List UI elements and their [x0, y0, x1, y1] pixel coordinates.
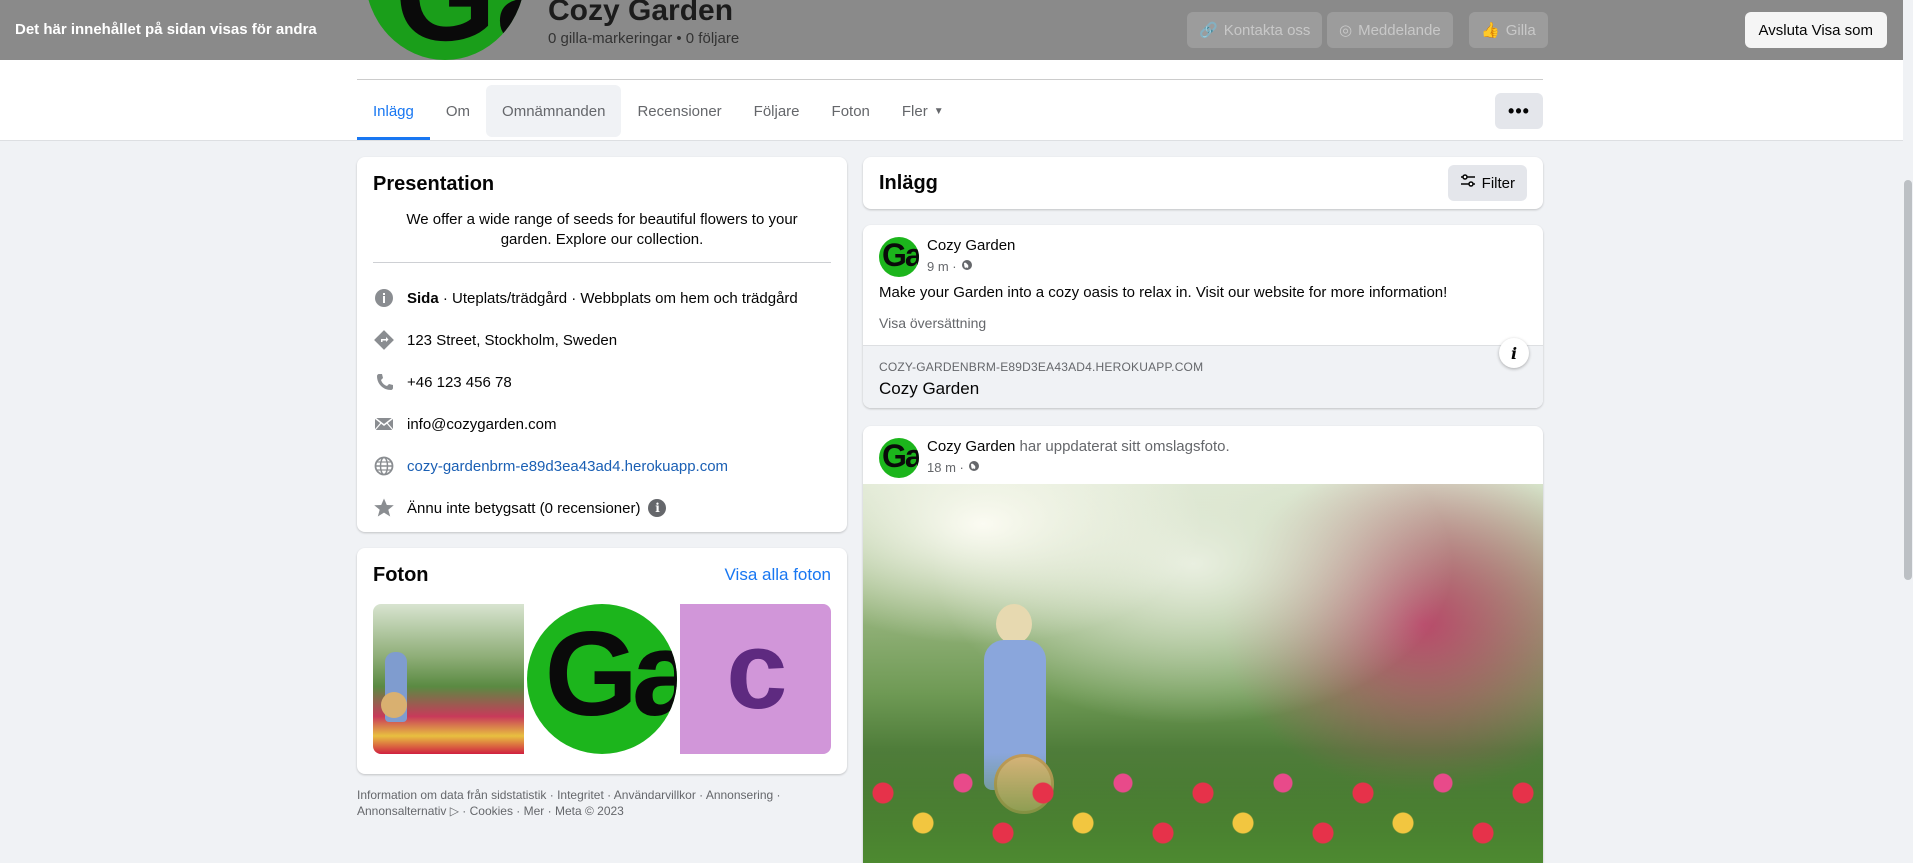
post-card: Ga Cozy Garden 9 m · Make your Garden in… [863, 225, 1543, 408]
envelope-icon [373, 413, 395, 435]
globe-icon [373, 455, 395, 477]
posts-header-card: Inlägg Filter [863, 157, 1543, 209]
cover-photo-image[interactable] [863, 484, 1543, 863]
email-text: info@cozygarden.com [407, 415, 557, 433]
tab-mentions[interactable]: Omnämnanden [486, 85, 622, 137]
address-row: 123 Street, Stockholm, Sweden [373, 319, 831, 361]
intro-divider [373, 262, 831, 263]
like-button[interactable]: 👍 Gilla [1469, 12, 1548, 48]
tab-reviews[interactable]: Recensioner [621, 85, 737, 137]
message-label: Meddelande [1358, 21, 1441, 39]
rating-row: Ännu inte betygsatt (0 recensioner) i [373, 487, 831, 529]
star-icon [373, 497, 395, 519]
photo-thumbnail-letter[interactable]: c [680, 604, 831, 754]
post-timestamp[interactable]: 9 m · [927, 259, 973, 274]
contact-label: Kontakta oss [1223, 21, 1311, 39]
link-preview[interactable]: i COZY-GARDENBRM-E89D3EA43AD4.HEROKUAPP.… [863, 338, 1543, 408]
email-row: info@cozygarden.com [373, 403, 831, 445]
rating-text: Ännu inte betygsatt (0 recensioner) [407, 499, 641, 517]
more-options-button[interactable]: ••• [1495, 93, 1543, 129]
post-author-avatar[interactable]: Ga [879, 237, 919, 277]
post-card: Ga Cozy Garden har uppdaterat sitt omsla… [863, 426, 1543, 863]
image-tulips [863, 753, 1543, 863]
filter-button[interactable]: Filter [1447, 165, 1527, 201]
tab-followers[interactable]: Följare [738, 85, 816, 137]
post-action-text: har uppdaterat sitt omslagsfoto. [1015, 438, 1230, 455]
image-figure-hair [996, 604, 1032, 644]
intro-description: We offer a wide range of seeds for beaut… [406, 211, 798, 248]
globe-icon [968, 460, 980, 475]
avatar-letters: Ga [395, 0, 525, 60]
phone-icon [373, 371, 395, 393]
category-rest: · Uteplats/trädgård · Webbplats om hem o… [438, 289, 798, 307]
tab-posts[interactable]: Inlägg [357, 85, 430, 140]
phone-row: +46 123 456 78 [373, 361, 831, 403]
sliders-icon [1460, 173, 1476, 193]
post-time-text: 18 m · [927, 460, 964, 475]
like-label: Gilla [1505, 21, 1536, 39]
photo-thumbnail-logo[interactable]: Ga [526, 604, 678, 754]
photo-grid: Ga c [373, 604, 831, 754]
globe-icon [961, 259, 973, 274]
mini-avatar-letters: Ga [882, 237, 919, 273]
page-header: Inlägg Om Omnämnanden Recensioner Följar… [0, 60, 1913, 141]
intro-card: Presentation We offer a wide range of se… [357, 157, 847, 532]
mini-avatar-letters: Ga [882, 438, 919, 474]
thumbs-up-icon: 👍 [1481, 22, 1500, 39]
post-author-name[interactable]: Cozy Garden [927, 438, 1015, 455]
view-as-notice: Det här innehållet på sidan visas för an… [15, 21, 317, 38]
see-translation-link[interactable]: Visa översättning [879, 315, 986, 331]
view-as-banner: Ga Cozy Garden 0 gilla-markeringar • 0 f… [0, 0, 1913, 60]
message-button[interactable]: ◎ Meddelande [1327, 12, 1453, 48]
page-stats: 0 gilla-markeringar • 0 följare [548, 30, 740, 47]
letter-tile-text: c [726, 609, 788, 732]
category-bold: Sida [407, 289, 439, 307]
directions-icon [373, 329, 395, 351]
intro-title: Presentation [373, 173, 495, 195]
logo-letters: Ga [544, 607, 677, 741]
tab-more[interactable]: Fler ▼ [886, 85, 960, 137]
page-tabs: Inlägg Om Omnämnanden Recensioner Följar… [357, 85, 960, 140]
website-link[interactable]: cozy-gardenbrm-e89d3ea43ad4.herokuapp.co… [407, 458, 728, 475]
link-icon: 🔗 [1199, 22, 1218, 39]
posts-title: Inlägg [879, 171, 938, 194]
photo-thumbnail-garden[interactable] [373, 604, 524, 754]
link-preview-domain: COZY-GARDENBRM-E89D3EA43AD4.HEROKUAPP.CO… [879, 360, 1204, 374]
see-all-photos-link[interactable]: Visa alla foton [725, 565, 831, 585]
post-text: Make your Garden into a cozy oasis to re… [879, 284, 1448, 301]
tab-more-label: Fler [901, 102, 928, 120]
info-icon[interactable]: i [1499, 338, 1529, 368]
website-row: cozy-gardenbrm-e89d3ea43ad4.herokuapp.co… [373, 445, 831, 487]
phone-text: +46 123 456 78 [407, 373, 512, 391]
messenger-icon: ◎ [1339, 22, 1353, 39]
logo-circle: Ga [526, 604, 677, 754]
photos-card: Foton Visa alla foton Ga c [357, 548, 847, 774]
page-profile-picture: Ga [365, 0, 525, 60]
link-preview-title: Cozy Garden [879, 379, 980, 398]
exit-view-as-button[interactable]: Avsluta Visa som [1744, 12, 1887, 48]
post-author-line: Cozy Garden har uppdaterat sitt omslagsf… [927, 438, 1230, 455]
scrollbar-thumb[interactable] [1904, 180, 1912, 580]
rating-info-icon[interactable]: i [648, 499, 667, 517]
header-divider [357, 79, 1543, 80]
post-time-text: 9 m · [927, 259, 957, 274]
post-author-avatar[interactable]: Ga [879, 438, 919, 478]
post-author-name[interactable]: Cozy Garden [927, 237, 1015, 254]
page-footer[interactable]: Information om data från sidstatistik · … [357, 787, 847, 819]
contact-button[interactable]: 🔗 Kontakta oss [1187, 12, 1323, 48]
photo-hat [381, 692, 407, 718]
tab-photos[interactable]: Foton [816, 85, 886, 137]
address-text: 123 Street, Stockholm, Sweden [407, 331, 618, 349]
tab-about[interactable]: Om [430, 85, 486, 137]
post-timestamp[interactable]: 18 m · [927, 460, 980, 475]
filter-label: Filter [1481, 174, 1515, 192]
page-title: Cozy Garden [548, 0, 734, 27]
page-scrollbar[interactable] [1903, 0, 1913, 863]
category-text: Sida · Uteplats/trädgård · Webbplats om … [407, 290, 798, 307]
info-icon [373, 287, 395, 309]
category-row: Sida · Uteplats/trädgård · Webbplats om … [373, 277, 831, 319]
caret-down-icon: ▼ [933, 105, 944, 117]
